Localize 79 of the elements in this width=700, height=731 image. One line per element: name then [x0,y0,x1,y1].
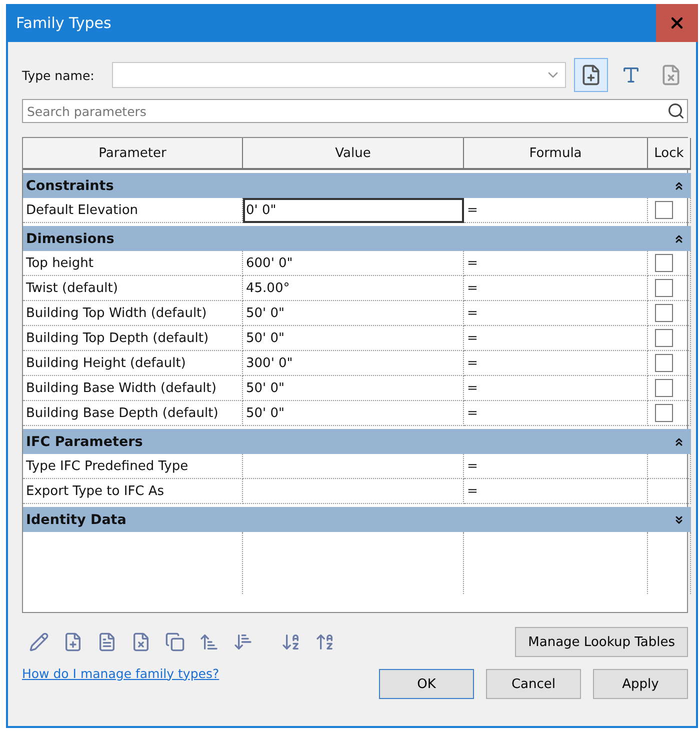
table-cell[interactable]: = [464,198,648,223]
table-cell[interactable]: 0' 0" [243,198,464,223]
lock-checkbox[interactable] [655,354,673,372]
lock-checkbox[interactable] [655,379,673,397]
collapse-icon [673,436,685,448]
lock-checkbox[interactable] [655,201,673,219]
table-cell[interactable]: = [464,301,648,326]
type-name-label: Type name: [22,68,96,82]
lock-checkbox[interactable] [655,404,673,422]
group-header[interactable]: Identity Data [23,507,691,532]
new-document-icon [580,64,602,86]
pencil-icon [29,632,49,652]
expand-icon [673,514,685,526]
table-cell[interactable]: = [464,326,648,351]
collapse-icon [673,180,685,192]
table-cell: Export Type to IFC As [23,479,243,504]
collapse-icon [673,232,685,244]
group-title: Identity Data [26,512,126,528]
table-cell[interactable]: = [464,401,648,426]
table-cell: Building Height (default) [23,351,243,376]
column-header[interactable]: Formula [464,138,648,170]
table-cell: Top height [23,251,243,276]
column-header[interactable]: Lock [648,138,691,170]
table-cell: Building Top Width (default) [23,301,243,326]
lock-checkbox[interactable] [655,254,673,272]
new-document-icon [63,632,83,652]
table-cell[interactable] [243,479,464,504]
table-cell: Twist (default) [23,276,243,301]
close-button[interactable] [656,4,698,42]
lock-checkbox[interactable] [655,304,673,322]
dialog-button[interactable]: Apply [593,669,688,699]
copy-icon [165,632,185,652]
group-header[interactable]: Constraints [23,173,691,198]
table-cell[interactable]: 50' 0" [243,326,464,351]
table-cell[interactable]: 50' 0" [243,301,464,326]
table-cell [648,454,691,479]
dialog-button[interactable]: Cancel [486,669,581,699]
dialog-button[interactable]: OK [379,669,474,699]
group-title: IFC Parameters [26,434,143,450]
table-cell: Type IFC Predefined Type [23,454,243,479]
group-header[interactable]: Dimensions [23,226,691,251]
text-icon [621,65,641,85]
table-cell: Building Base Width (default) [23,376,243,401]
column-header[interactable]: Parameter [23,138,243,170]
new-type-button[interactable] [574,58,608,92]
table-cell[interactable]: 300' 0" [243,351,464,376]
move-up-icon [199,632,219,652]
table-cell[interactable]: 50' 0" [243,401,464,426]
table-cell[interactable]: = [464,479,648,504]
window-title: Family Types [15,14,112,32]
table-cell: Building Top Depth (default) [23,326,243,351]
search-field[interactable]: Search parameters [22,99,688,123]
sort-descending-icon [315,632,335,652]
lock-checkbox[interactable] [655,329,673,347]
help-link[interactable]: How do I manage family types? [22,666,220,680]
delete-document-icon [660,64,682,86]
table-cell[interactable]: 600' 0" [243,251,464,276]
move-down-icon [233,632,253,652]
table-cell[interactable]: = [464,351,648,376]
lock-checkbox[interactable] [655,279,673,297]
sort-ascending-icon [281,632,301,652]
table-cell[interactable] [243,454,464,479]
manage-lookup-tables-button[interactable]: Manage Lookup Tables [515,627,688,657]
table-cell[interactable]: = [464,276,648,301]
group-header[interactable]: IFC Parameters [23,429,691,454]
search-icon [667,102,685,120]
table-cell[interactable]: = [464,454,648,479]
table-cell[interactable]: 45.00° [243,276,464,301]
table-cell: Default Elevation [23,198,243,223]
table-cell: Building Base Depth (default) [23,401,243,426]
document-icon [97,632,117,652]
delete-document-icon [131,632,151,652]
column-header[interactable]: Value [243,138,464,170]
table-cell [648,479,691,504]
group-title: Dimensions [26,230,114,246]
group-title: Constraints [26,178,114,194]
table-cell[interactable]: = [464,251,648,276]
table-cell[interactable]: 50' 0" [243,376,464,401]
table-cell[interactable]: = [464,376,648,401]
